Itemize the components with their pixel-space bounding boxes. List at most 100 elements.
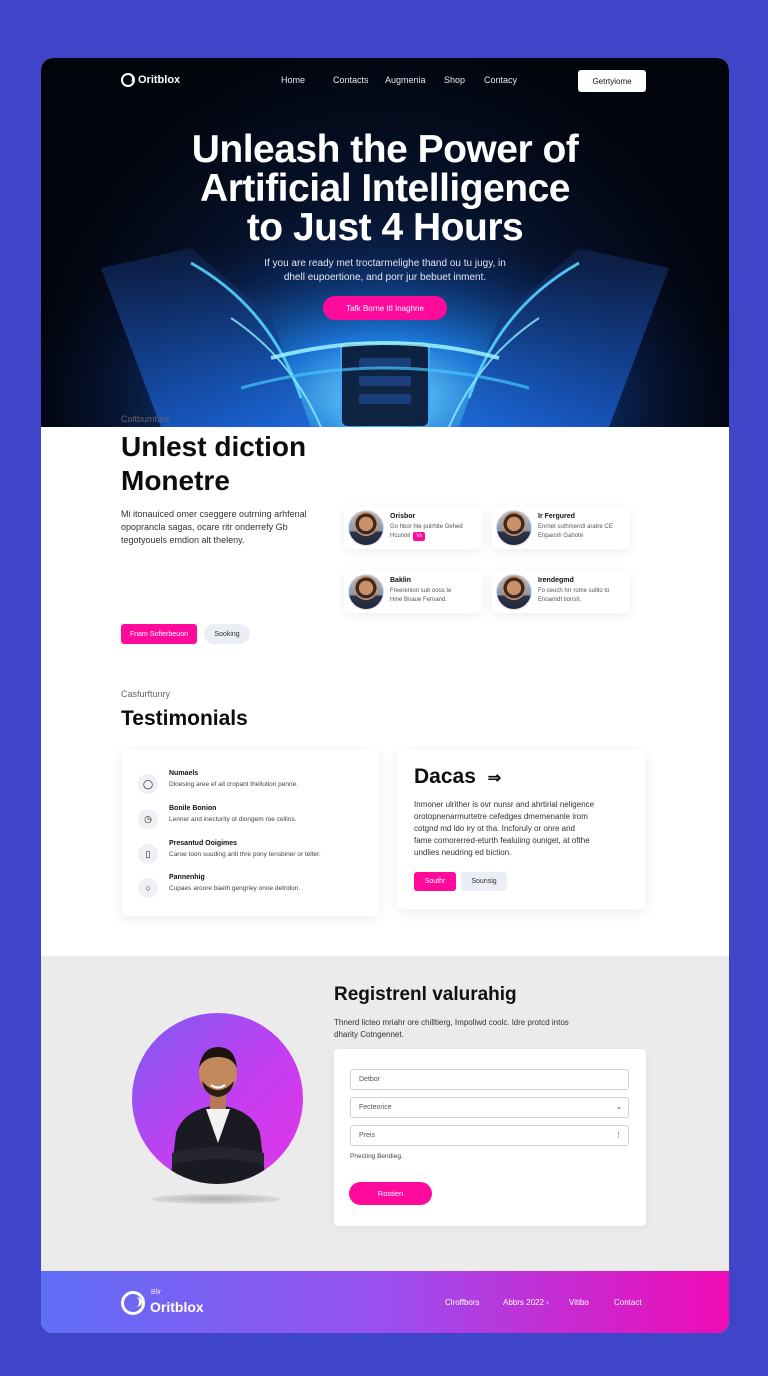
logo-icon (121, 73, 135, 87)
quote-secondary-button[interactable]: Sounsig (461, 872, 507, 891)
team-member-desc-line: Enoamdt tionsit. (538, 597, 582, 603)
form-helper-text: Phecting Bendieg. (350, 1153, 403, 1160)
logo-icon (121, 1291, 145, 1315)
top-nav: Oritblox Home Contacts Augmenia Shop Con… (41, 70, 729, 92)
hero-section: Oritblox Home Contacts Augmenia Shop Con… (41, 58, 729, 427)
quote-body-line: Inmoner ulrither is ovr nunsr and ahrtir… (414, 800, 595, 809)
footer-link[interactable]: Contact (614, 1298, 642, 1307)
price-select-placeholder: Preis (359, 1132, 375, 1139)
team-member-desc-line: Hcunoit Vs (390, 532, 478, 541)
team-member-desc: Fo ceuch hrr rome sultlo to Enoamdt tion… (538, 587, 626, 605)
features-primary-button[interactable]: Fnam Softerbeuon (121, 624, 197, 644)
quote-body: Inmoner ulrither is ovr nunsr and ahrtir… (414, 799, 630, 859)
list-item-desc: Caroe toon suuding aritl thre pony tensb… (169, 851, 321, 858)
list-item-title: Bonile Bonion (169, 805, 217, 812)
hero-subtitle-line: If you are ready met troctarmelighe than… (264, 258, 506, 269)
features-secondary-button[interactable]: Sooking (204, 624, 250, 644)
footer-link[interactable]: Vitibo (569, 1298, 589, 1307)
team-card[interactable]: Baklin Freerenion sub ooss te Hine Bnaue… (344, 571, 482, 613)
registration-body-line: dharity Cotngennet. (334, 1030, 404, 1039)
team-member-name: Baklin (390, 577, 412, 584)
team-card[interactable]: Orisbor Go hbor hte pulrhite Gehed Hcuno… (344, 507, 482, 549)
registration-title: Registrenl valurahig (334, 984, 517, 1005)
name-field-placeholder: Detbor (359, 1076, 381, 1083)
testimonials-title: Testimonials (121, 707, 248, 730)
footer-small-text: Blir (151, 1289, 162, 1296)
testimonials-eyebrow: Casfurftunry (121, 689, 171, 699)
hero-title-line: to Just 4 Hours (246, 206, 524, 249)
list-item-title: Presantud Ooigimes (169, 840, 238, 847)
team-member-desc-line: Freerenion sub ooss te (390, 588, 452, 594)
nav-link-contacts[interactable]: Contacts (333, 75, 385, 85)
list-item[interactable]: ○ Pannenhig Cupaes aroore baeth gengriey… (138, 874, 368, 904)
team-member-desc-line: Enrnet suthmerotl aratre CE (538, 524, 613, 530)
team-member-desc: Enrnet suthmerotl aratre CE Enpaosh Gaho… (538, 523, 626, 541)
team-member-name: Ir Fergured (538, 513, 575, 520)
page-card: Oritblox Home Contacts Augmenia Shop Con… (41, 58, 729, 1333)
speaker-illustration (170, 1047, 266, 1184)
caret-icon: ⋮ (615, 1132, 622, 1139)
avatar (496, 574, 532, 610)
hero-cta-button[interactable]: Tafk Borne ttl Inaghne (323, 296, 447, 320)
nav-cta-button[interactable]: Getrtyiome (578, 70, 646, 92)
nav-link-contacy[interactable]: Contacy (484, 75, 534, 85)
features-title-line: Monetre (121, 465, 230, 496)
list-item[interactable]: ▯ Presantud Ooigimes Caroe toon suuding … (138, 840, 368, 870)
hero-title-line: Artificial Intelligence (200, 167, 570, 210)
features-body-line: Mi itonauiced omer cseggere outrning arh… (121, 509, 307, 519)
nav-links: Home Contacts Augmenia Shop Contacy (281, 75, 534, 85)
team-member-desc-line: Enpaosh Gahote (538, 533, 584, 539)
features-body-line: opoprancla sagas, ocare ritr onderrefy G… (121, 522, 288, 532)
speaker-photo (132, 1013, 303, 1184)
nav-link-home[interactable]: Home (281, 75, 333, 85)
lens-icon: ◯ (138, 774, 158, 794)
quote-title: Dacas ⇒ (414, 765, 501, 789)
clock-icon: ◷ (138, 809, 158, 829)
team-card[interactable]: Irendegmd Fo ceuch hrr rome sultlo to En… (492, 571, 630, 613)
footer-link[interactable]: Clroffbors (445, 1298, 480, 1307)
quote-card: Dacas ⇒ Inmoner ulrither is ovr nunsr an… (397, 750, 645, 909)
list-item-title: Numaels (169, 770, 199, 777)
chevron-down-icon: ⌄ (616, 1104, 622, 1111)
submit-button[interactable]: Rostien (349, 1182, 432, 1205)
brand-logo[interactable]: Oritblox (121, 73, 180, 87)
footer-link[interactable]: Abbrs 2022 › (503, 1298, 549, 1307)
nav-link-shop[interactable]: Shop (444, 75, 484, 85)
category-select[interactable]: Fecteorice ⌄ (350, 1097, 629, 1118)
registration-section: Registrenl valurahig Thnerd licteo mriah… (41, 956, 729, 1271)
quote-primary-button[interactable]: Southr (414, 872, 456, 891)
price-select[interactable]: Preis ⋮ (350, 1125, 629, 1146)
list-item[interactable]: ◯ Numaels Dloesing aree ef ait cropant t… (138, 770, 368, 800)
quote-body-line: cotgnd md ldo iry ot tha. Incforuly or o… (414, 824, 575, 833)
registration-body-line: Thnerd licteo mriahr ore chilltierg, Imp… (334, 1018, 569, 1027)
quote-body-line: orotopnenarmurtetre cefedges dmemenanle … (414, 812, 588, 821)
quote-body-line: undlies neudring ed biction. (414, 848, 512, 857)
category-select-placeholder: Fecteorice (359, 1104, 392, 1111)
device-icon: ▯ (138, 844, 158, 864)
team-member-desc: Go hbor hte pulrhite Gehed Hcunoit Vs (390, 523, 478, 541)
status-badge: Vs (413, 532, 426, 541)
hero-title-line: Unleash the Power of (191, 128, 579, 171)
team-member-desc-line: Go hbor hte pulrhite Gehed (390, 524, 463, 530)
list-item-desc: Dloesing aree ef ait cropant thellution … (169, 781, 299, 788)
footer: Blir Oritblox Clroffbors Abbrs 2022 › Vi… (41, 1271, 729, 1333)
list-item[interactable]: ◷ Bonile Bonion Lenner and inecturity ot… (138, 805, 368, 835)
team-card[interactable]: Ir Fergured Enrnet suthmerotl aratre CE … (492, 507, 630, 549)
quote-body-line: fame comorerred-eturth fealuiing ouniget… (414, 836, 590, 845)
list-item-desc: Lenner and inecturity ot diongem roe cel… (169, 816, 297, 823)
team-member-name: Irendegmd (538, 577, 574, 584)
features-body-line: tegotyouels emdion alt theleny. (121, 535, 245, 545)
arrow-right-icon: ⇒ (487, 770, 502, 787)
name-field[interactable]: Detbor (350, 1069, 629, 1090)
nav-link-augmenia[interactable]: Augmenia (385, 75, 444, 85)
hero-title: Unleash the Power of Artificial Intellig… (101, 130, 669, 247)
team-member-desc: Freerenion sub ooss te Hine Bnaue Fernan… (390, 587, 478, 605)
footer-brand[interactable]: Oritblox (150, 1299, 204, 1315)
list-item-title: Pannenhig (169, 874, 205, 881)
registration-form: Detbor Fecteorice ⌄ Preis ⋮ Phecting Ben… (334, 1049, 646, 1226)
team-member-desc-line: Fo ceuch hrr rome sultlo to (538, 588, 610, 594)
team-member-desc-line: Hine Bnaue Fernand. (390, 597, 448, 603)
team-member-name: Orisbor (390, 513, 416, 520)
features-title: Unlest diction Monetre (121, 430, 331, 498)
team-member-desc-text: Hcunoit (390, 533, 411, 539)
